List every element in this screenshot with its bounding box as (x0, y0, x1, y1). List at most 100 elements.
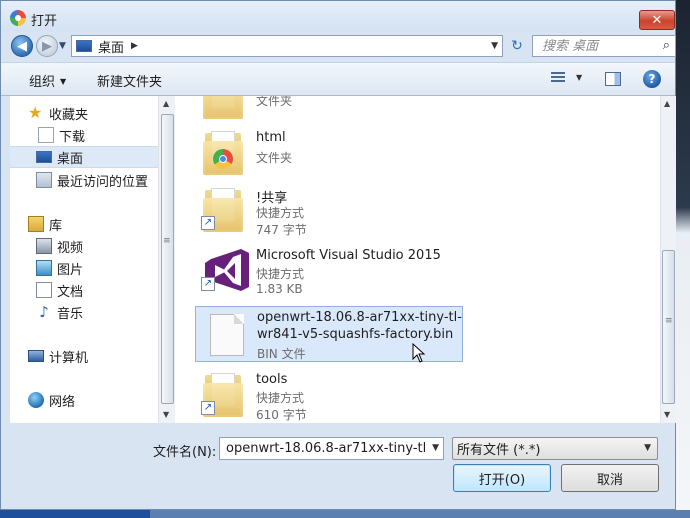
sidebar-item-label: 音乐 (57, 306, 84, 322)
file-type: 快捷方式 (256, 206, 305, 220)
navigation-scrollbar[interactable]: ▲ ≡ ▼ (158, 96, 175, 423)
sidebar-item-recent[interactable]: 最近访问的位置 (36, 169, 148, 191)
organize-label: 组织 (29, 75, 56, 90)
sidebar-item-libraries[interactable]: 库 (28, 213, 62, 235)
sidebar-item-label: 视频 (57, 240, 84, 256)
file-type: 文件夹 (256, 151, 293, 165)
search-input[interactable] (540, 37, 654, 55)
help-icon[interactable]: ? (643, 70, 661, 88)
chevron-down-icon[interactable]: ▼ (644, 443, 651, 453)
file-size: 1.83 KB (256, 282, 303, 296)
scrollbar-thumb[interactable] (662, 250, 675, 404)
recent-places-icon (36, 172, 52, 188)
filetype-value: 所有文件 (*.*) (457, 443, 541, 458)
history-dropdown-icon[interactable]: ▼ (59, 41, 66, 51)
sidebar-item-network[interactable]: 网络 (28, 389, 75, 411)
new-folder-button[interactable]: 新建文件夹 (97, 71, 162, 90)
folder-shortcut-icon: ↗ (201, 371, 245, 417)
open-button[interactable]: 打开(O) (453, 464, 551, 492)
grip-icon: ≡ (665, 316, 673, 326)
bin-file-icon (202, 312, 246, 358)
open-file-dialog: 打开 ✕ ◀ ▶ ▼ 桌面 ▶ ▼ ↻ ⌕ 组织 ▼ 新建文件夹 ▼ ? ★ 收藏夹… (0, 0, 676, 510)
sidebar-item-label: 图片 (57, 262, 84, 278)
sidebar-item-documents[interactable]: 文档 (36, 279, 83, 301)
list-item-selected[interactable]: openwrt-18.06.8-ar71xx-tiny-tl- wr841-v5… (195, 306, 463, 363)
file-name: html (256, 130, 286, 145)
computer-icon (28, 350, 44, 362)
sidebar-item-label: 网络 (49, 394, 76, 410)
scrollbar-thumb[interactable] (161, 114, 174, 404)
forward-button[interactable]: ▶ (36, 35, 58, 57)
scroll-up-icon[interactable]: ▲ (664, 99, 670, 108)
sidebar-item-computer[interactable]: 计算机 (28, 345, 88, 367)
search-box[interactable]: ⌕ (532, 35, 676, 57)
sidebar-item-music[interactable]: ♪ 音乐 (36, 301, 83, 323)
file-name-line2: wr841-v5-squashfs-factory.bin (257, 327, 454, 342)
window-title: 打开 (31, 14, 58, 29)
list-item[interactable]: 文件夹 (195, 96, 461, 124)
file-list-scrollbar[interactable]: ▲ ≡ ▼ (660, 96, 676, 423)
documents-icon (36, 282, 52, 298)
list-item[interactable]: html 文件夹 (195, 124, 461, 180)
file-type: BIN 文件 (257, 347, 306, 361)
list-item[interactable]: ↗ tools 快捷方式 610 字节 (195, 366, 461, 422)
shortcut-arrow-icon: ↗ (201, 277, 215, 291)
file-name: Microsoft Visual Studio 2015 (256, 248, 441, 263)
sidebar-item-downloads[interactable]: 下载 (38, 124, 85, 146)
sidebar-item-label: 桌面 (57, 151, 84, 167)
sidebar-item-label: 库 (49, 218, 63, 234)
grip-icon: ≡ (163, 236, 171, 246)
refresh-button[interactable]: ↻ (506, 35, 528, 57)
filename-input[interactable] (224, 440, 428, 457)
navigation-pane: ★ 收藏夹 下载 桌面 最近访问的位置 库 视频 图片 文档 ♪ 音乐 计算机 网络 (10, 96, 158, 423)
sidebar-item-videos[interactable]: 视频 (36, 235, 83, 257)
scroll-down-icon[interactable]: ▼ (664, 410, 670, 419)
sidebar-item-label: 最近访问的位置 (57, 174, 149, 190)
filetype-select[interactable]: 所有文件 (*.*) ▼ (452, 437, 658, 460)
address-bar[interactable]: 桌面 ▶ ▼ (71, 35, 503, 57)
sidebar-item-pictures[interactable]: 图片 (36, 257, 83, 279)
folder-icon (201, 96, 245, 119)
caret-down-icon: ▼ (60, 77, 67, 86)
pictures-icon (36, 260, 52, 276)
folder-icon (201, 129, 245, 175)
preview-pane-icon[interactable] (605, 72, 621, 86)
filename-label: 文件名(N): (153, 445, 217, 460)
cancel-button[interactable]: 取消 (561, 464, 659, 492)
scroll-down-icon[interactable]: ▼ (163, 410, 169, 419)
visual-studio-icon: ↗ (201, 247, 249, 293)
view-dropdown-icon[interactable]: ▼ (576, 73, 582, 82)
library-icon (28, 216, 44, 232)
mouse-cursor-icon (412, 343, 426, 363)
download-folder-icon (38, 127, 54, 143)
file-name: openwrt-18.06.8-ar71xx-tiny-tl- (257, 310, 462, 325)
list-item[interactable]: ↗ Microsoft Visual Studio 2015 快捷方式 1.83… (195, 242, 461, 298)
list-item[interactable]: ↗ !共享 快捷方式 747 字节 (195, 181, 461, 237)
breadcrumb-desktop[interactable]: 桌面 (98, 37, 124, 56)
title-bar[interactable]: 打开 ✕ (1, 1, 675, 31)
command-bar: 组织 ▼ 新建文件夹 ▼ ? (1, 62, 675, 96)
back-button[interactable]: ◀ (11, 35, 33, 57)
music-icon: ♪ (39, 303, 49, 321)
file-type: 快捷方式 (256, 391, 305, 405)
scroll-up-icon[interactable]: ▲ (163, 99, 169, 108)
sidebar-item-favorites[interactable]: ★ 收藏夹 (28, 102, 88, 124)
sidebar-item-label: 收藏夹 (49, 107, 89, 123)
sidebar-item-label: 文档 (57, 284, 84, 300)
network-icon (28, 392, 44, 408)
sidebar-item-label: 计算机 (49, 350, 89, 366)
view-options-icon[interactable] (551, 72, 565, 84)
close-button[interactable]: ✕ (639, 10, 675, 30)
chevron-right-icon[interactable]: ▶ (131, 41, 138, 51)
folder-shortcut-icon: ↗ (201, 186, 245, 232)
filename-combobox[interactable]: ▼ (219, 437, 444, 460)
chevron-down-icon[interactable]: ▼ (432, 443, 439, 453)
browser-badge-icon (213, 149, 233, 169)
shortcut-arrow-icon: ↗ (201, 216, 215, 230)
chevron-down-icon[interactable]: ▼ (491, 41, 498, 51)
sidebar-item-desktop[interactable]: 桌面 (10, 146, 158, 168)
star-icon: ★ (28, 103, 43, 122)
search-icon[interactable]: ⌕ (663, 38, 670, 53)
desktop-icon (36, 151, 52, 163)
organize-button[interactable]: 组织 ▼ (29, 71, 66, 90)
